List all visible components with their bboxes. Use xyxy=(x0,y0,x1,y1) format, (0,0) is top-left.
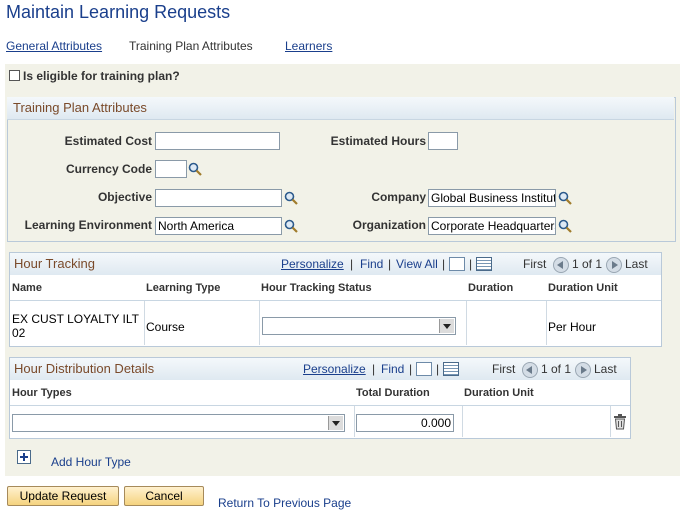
previous-icon[interactable] xyxy=(553,257,569,273)
divider: | xyxy=(372,362,376,376)
duration-cell xyxy=(466,301,547,345)
new-window-icon[interactable] xyxy=(449,257,465,271)
name-cell: EX CUST LOYALTY ILT 02 xyxy=(10,301,145,345)
hour-tracking-status-select[interactable] xyxy=(262,317,456,335)
training-plan-header: Training Plan Attributes xyxy=(7,97,674,120)
organization-lookup-icon[interactable] xyxy=(558,219,572,233)
learning-environment-label: Learning Environment xyxy=(24,218,152,232)
company-lookup-icon[interactable] xyxy=(558,191,572,205)
add-hour-type-link[interactable]: Add Hour Type xyxy=(51,455,131,469)
estimated-hours-input[interactable] xyxy=(428,132,458,150)
total-duration-input[interactable]: 0.000 xyxy=(356,414,454,432)
tab-general-attributes[interactable]: General Attributes xyxy=(6,39,102,53)
hour-tracking-last[interactable]: Last xyxy=(625,257,648,271)
column-header-duration: Duration xyxy=(466,275,547,301)
hour-tracking-find-link[interactable]: Find xyxy=(360,257,383,271)
column-header-total-duration: Total Duration xyxy=(354,380,463,406)
chevron-down-icon[interactable] xyxy=(328,416,343,430)
learning-type-cell: Course xyxy=(144,301,260,345)
duration-unit-cell: Per Hour xyxy=(548,320,597,334)
divider: | xyxy=(409,362,413,376)
return-to-previous-page-link[interactable]: Return To Previous Page xyxy=(218,496,351,510)
download-grid-icon[interactable] xyxy=(443,362,459,376)
delete-cell xyxy=(610,406,630,437)
eligible-checkbox[interactable] xyxy=(9,70,20,81)
trash-icon[interactable] xyxy=(613,414,627,430)
column-header-duration-unit: Duration Unit xyxy=(462,380,611,406)
chevron-down-icon[interactable] xyxy=(439,319,454,333)
status-cell xyxy=(259,301,467,345)
learning-environment-input[interactable]: North America xyxy=(155,217,282,235)
objective-lookup-icon[interactable] xyxy=(284,191,298,205)
hour-tracking-range: 1 of 1 xyxy=(572,257,603,271)
hour-distribution-last[interactable]: Last xyxy=(594,362,617,376)
hour-tracking-view-all-link[interactable]: View All xyxy=(396,257,438,271)
hour-distribution-title: Hour Distribution Details xyxy=(14,361,155,376)
download-grid-icon[interactable] xyxy=(476,257,492,271)
hour-tracking-first[interactable]: First xyxy=(523,257,546,271)
company-label: Company xyxy=(371,190,426,204)
hour-type-select[interactable] xyxy=(12,414,345,432)
next-icon[interactable] xyxy=(575,362,591,378)
divider: | xyxy=(442,257,446,271)
column-header-delete xyxy=(610,380,630,406)
hour-distribution-grid: Hour Distribution Details Personalize | … xyxy=(9,357,631,439)
training-plan-heading: Training Plan Attributes xyxy=(13,100,147,115)
divider: | xyxy=(469,257,473,271)
tab-training-plan-attributes[interactable]: Training Plan Attributes xyxy=(129,39,253,53)
hour-distribution-range: 1 of 1 xyxy=(541,362,572,376)
hour-distribution-first[interactable]: First xyxy=(492,362,515,376)
update-request-button[interactable]: Update Request xyxy=(7,486,119,506)
hour-tracking-grid: Hour Tracking Personalize | Find | View … xyxy=(9,252,662,347)
eligible-label: Is eligible for training plan? xyxy=(23,69,180,83)
company-input[interactable]: Global Business Institute xyxy=(428,189,556,207)
column-header-hour-tracking-status: Hour Tracking Status xyxy=(259,275,467,301)
currency-code-label: Currency Code xyxy=(65,162,152,176)
estimated-hours-label: Estimated Hours xyxy=(330,134,426,148)
hour-tracking-title: Hour Tracking xyxy=(14,256,95,271)
eligible-row: Is eligible for training plan? xyxy=(9,69,180,83)
hour-distribution-personalize-link[interactable]: Personalize xyxy=(303,362,366,376)
estimated-cost-input[interactable] xyxy=(155,132,280,150)
next-icon[interactable] xyxy=(606,257,622,273)
add-hour-type-icon[interactable] xyxy=(17,450,31,464)
divider: | xyxy=(350,257,354,271)
objective-label: Objective xyxy=(97,190,152,204)
divider: | xyxy=(436,362,440,376)
estimated-cost-label: Estimated Cost xyxy=(64,134,152,148)
duration-unit-cell xyxy=(462,406,611,437)
column-header-name: Name xyxy=(10,275,145,301)
objective-input[interactable] xyxy=(155,189,282,207)
column-header-hour-types: Hour Types xyxy=(10,380,355,406)
currency-code-input[interactable] xyxy=(155,160,187,178)
hour-distribution-find-link[interactable]: Find xyxy=(381,362,404,376)
column-header-learning-type: Learning Type xyxy=(144,275,260,301)
divider: | xyxy=(388,257,392,271)
new-window-icon[interactable] xyxy=(416,362,432,376)
hour-type-cell xyxy=(10,406,355,437)
currency-lookup-icon[interactable] xyxy=(188,162,202,176)
learning-environment-lookup-icon[interactable] xyxy=(284,219,298,233)
tab-learners[interactable]: Learners xyxy=(285,39,332,53)
column-header-duration-unit: Duration Unit xyxy=(546,275,661,301)
total-duration-cell: 0.000 xyxy=(354,406,463,437)
hour-tracking-header: Hour Tracking Personalize | Find | View … xyxy=(10,253,661,276)
page-title: Maintain Learning Requests xyxy=(6,2,231,22)
previous-icon[interactable] xyxy=(522,362,538,378)
hour-distribution-header: Hour Distribution Details Personalize | … xyxy=(10,358,630,381)
organization-input[interactable]: Corporate Headquarters xyxy=(428,217,556,235)
cancel-button[interactable]: Cancel xyxy=(124,486,204,506)
hour-tracking-personalize-link[interactable]: Personalize xyxy=(281,257,344,271)
organization-label: Organization xyxy=(352,218,426,232)
